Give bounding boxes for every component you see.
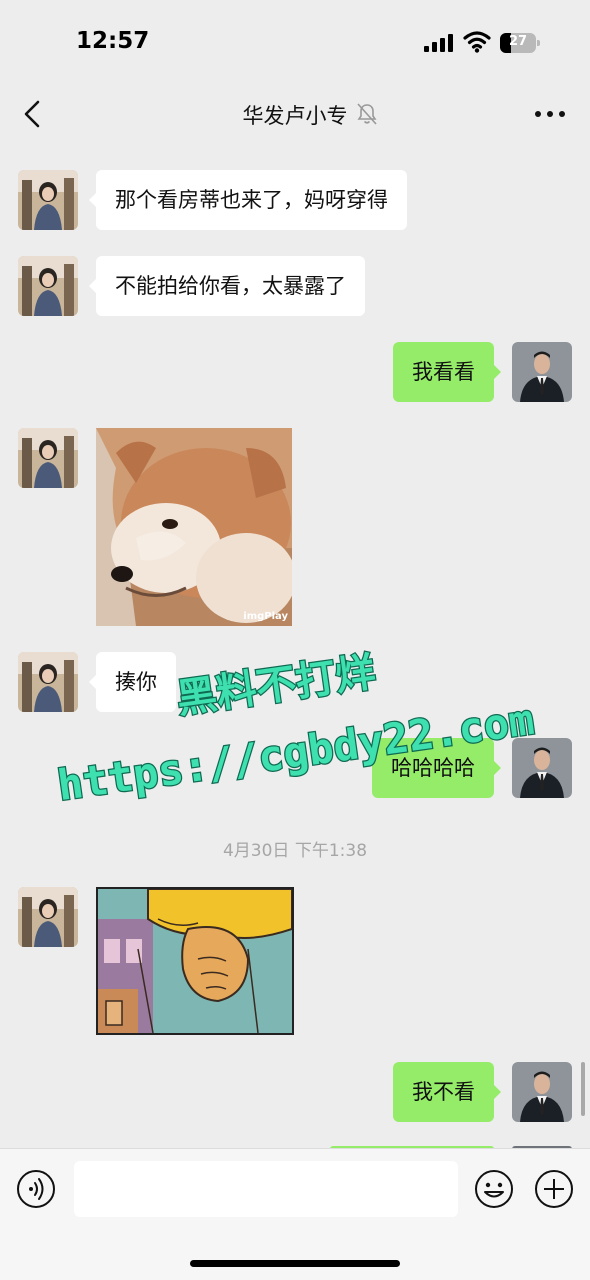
scroll-indicator[interactable] [581, 1062, 585, 1116]
message-row: 揍你 [0, 652, 590, 712]
status-time: 12:57 [76, 28, 150, 54]
message-bubble[interactable]: 揍你 [89, 652, 176, 712]
message-row [0, 887, 590, 1035]
message-bubble[interactable]: 我看看 [393, 342, 501, 402]
shiba-dog-image [96, 428, 292, 626]
message-input[interactable] [74, 1161, 458, 1217]
message-row: 不能拍给你看，太暴露了 [0, 256, 590, 316]
voice-icon [17, 1170, 55, 1208]
message-row: imgPlay [0, 428, 590, 626]
message-bubble[interactable]: 那个看房蒂也来了，妈呀穿得 [89, 170, 407, 230]
my-avatar[interactable] [512, 342, 572, 402]
more-options-button[interactable] [533, 102, 567, 126]
chat-header: 华发卢小专 [0, 84, 590, 146]
emoji-button[interactable] [474, 1169, 514, 1209]
sticker-image[interactable]: imgPlay [96, 428, 292, 626]
contact-avatar[interactable] [18, 887, 78, 947]
my-avatar[interactable] [512, 738, 572, 798]
input-bar [0, 1148, 590, 1280]
mute-bell-icon [357, 103, 377, 125]
chat-title: 华发卢小专 [242, 104, 348, 128]
wifi-icon [463, 31, 491, 53]
more-dots-icon [535, 111, 565, 117]
more-functions-button[interactable] [534, 1169, 574, 1209]
chat-timestamp: 4月30日 下午1:38 [222, 841, 368, 861]
my-avatar[interactable] [512, 1062, 572, 1122]
message-bubble[interactable]: 我不看 [393, 1062, 501, 1122]
voice-button[interactable] [16, 1169, 56, 1209]
message-row: 那个看房蒂也来了，妈呀穿得 [0, 170, 590, 230]
sticker-image[interactable] [96, 887, 294, 1035]
contact-avatar[interactable] [18, 652, 78, 712]
battery-percent: 27 [508, 34, 528, 49]
message-bubble[interactable]: 不能拍给你看，太暴露了 [89, 256, 365, 316]
signal-icon [424, 34, 453, 52]
message-bubble[interactable]: 哈哈哈哈 [372, 738, 501, 798]
message-row: 我不看 [0, 1062, 590, 1122]
emoji-icon [475, 1170, 513, 1208]
contact-avatar[interactable] [18, 428, 78, 488]
message-row: 我看看 [0, 342, 590, 402]
cartoon-fist-image [98, 889, 292, 1033]
image-caption: imgPlay [243, 611, 288, 622]
contact-avatar[interactable] [18, 170, 78, 230]
contact-avatar[interactable] [18, 256, 78, 316]
plus-icon [535, 1170, 573, 1208]
status-bar: 12:57 27 [0, 0, 590, 84]
message-row: 哈哈哈哈 [0, 738, 590, 798]
battery-icon: 27 [500, 33, 540, 53]
home-indicator[interactable] [190, 1260, 400, 1267]
